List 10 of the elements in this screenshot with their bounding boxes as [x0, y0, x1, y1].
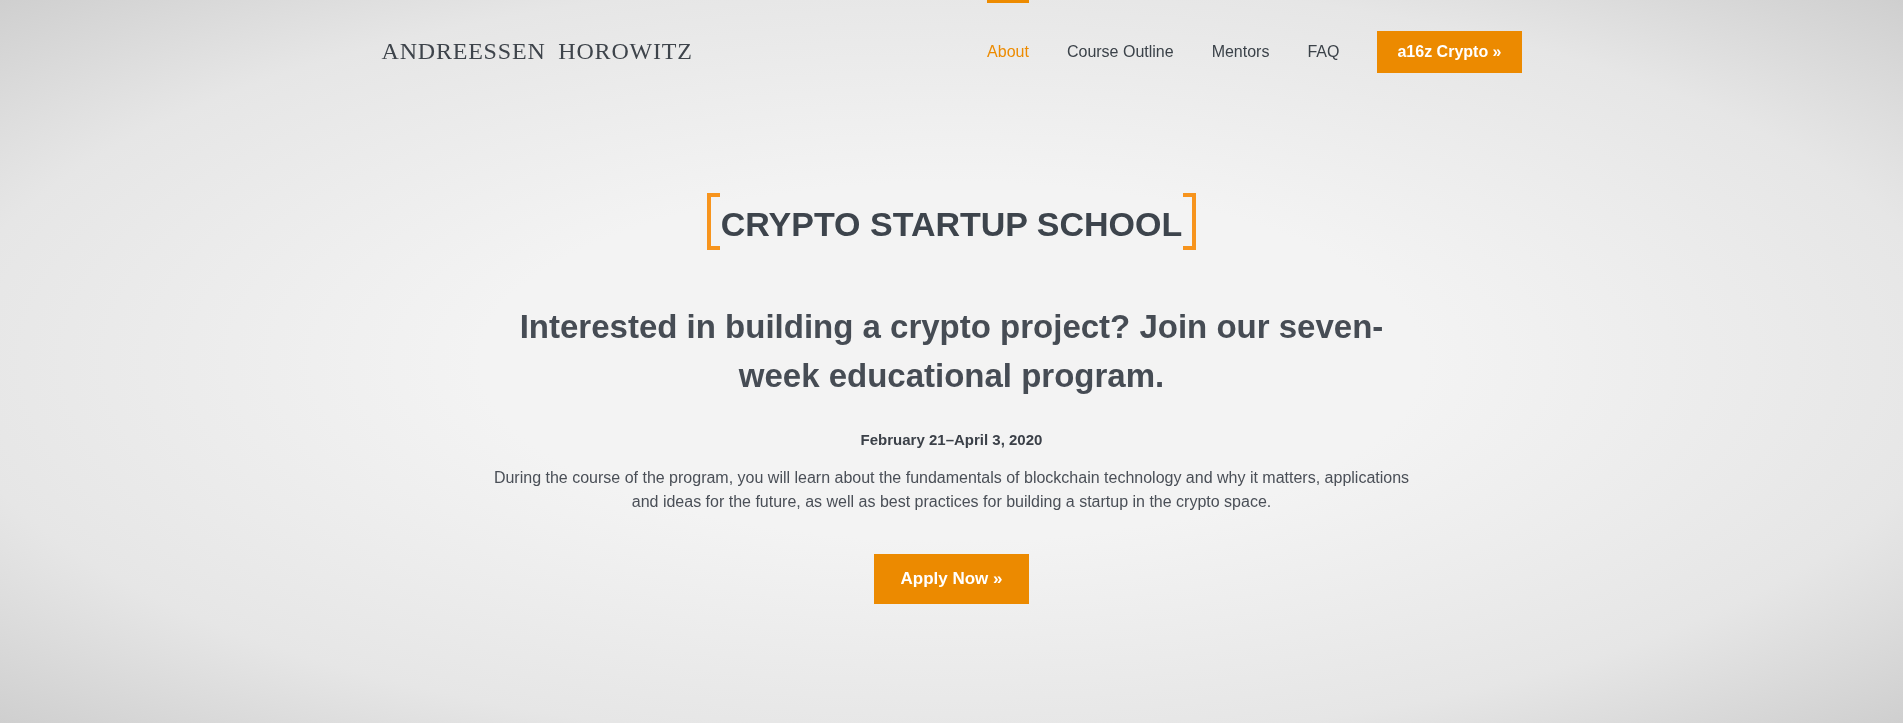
program-dates: February 21–April 3, 2020	[860, 430, 1043, 450]
nav-link[interactable]: FAQ	[1307, 41, 1340, 62]
right-bracket-icon	[1183, 193, 1198, 250]
program-description: During the course of the program, you will learn about the fundamentals of blockchain technology and why it matters, applications and ideas for the future, as well as best practices for building a startup in the crypto space.	[492, 468, 1411, 512]
hero-headline: Interested in building a crypto project? Join our seven-week educational program.	[518, 307, 1385, 396]
page-title: CRYPTO STARTUP SCHOOL	[720, 203, 1183, 244]
nav-link[interactable]: Mentors	[1211, 41, 1270, 62]
nav-link[interactable]: Course Outline	[1066, 41, 1174, 62]
logo-wordmark[interactable]: ANDREESSEN HOROWITZ	[381, 38, 693, 63]
left-bracket-icon	[705, 193, 720, 250]
